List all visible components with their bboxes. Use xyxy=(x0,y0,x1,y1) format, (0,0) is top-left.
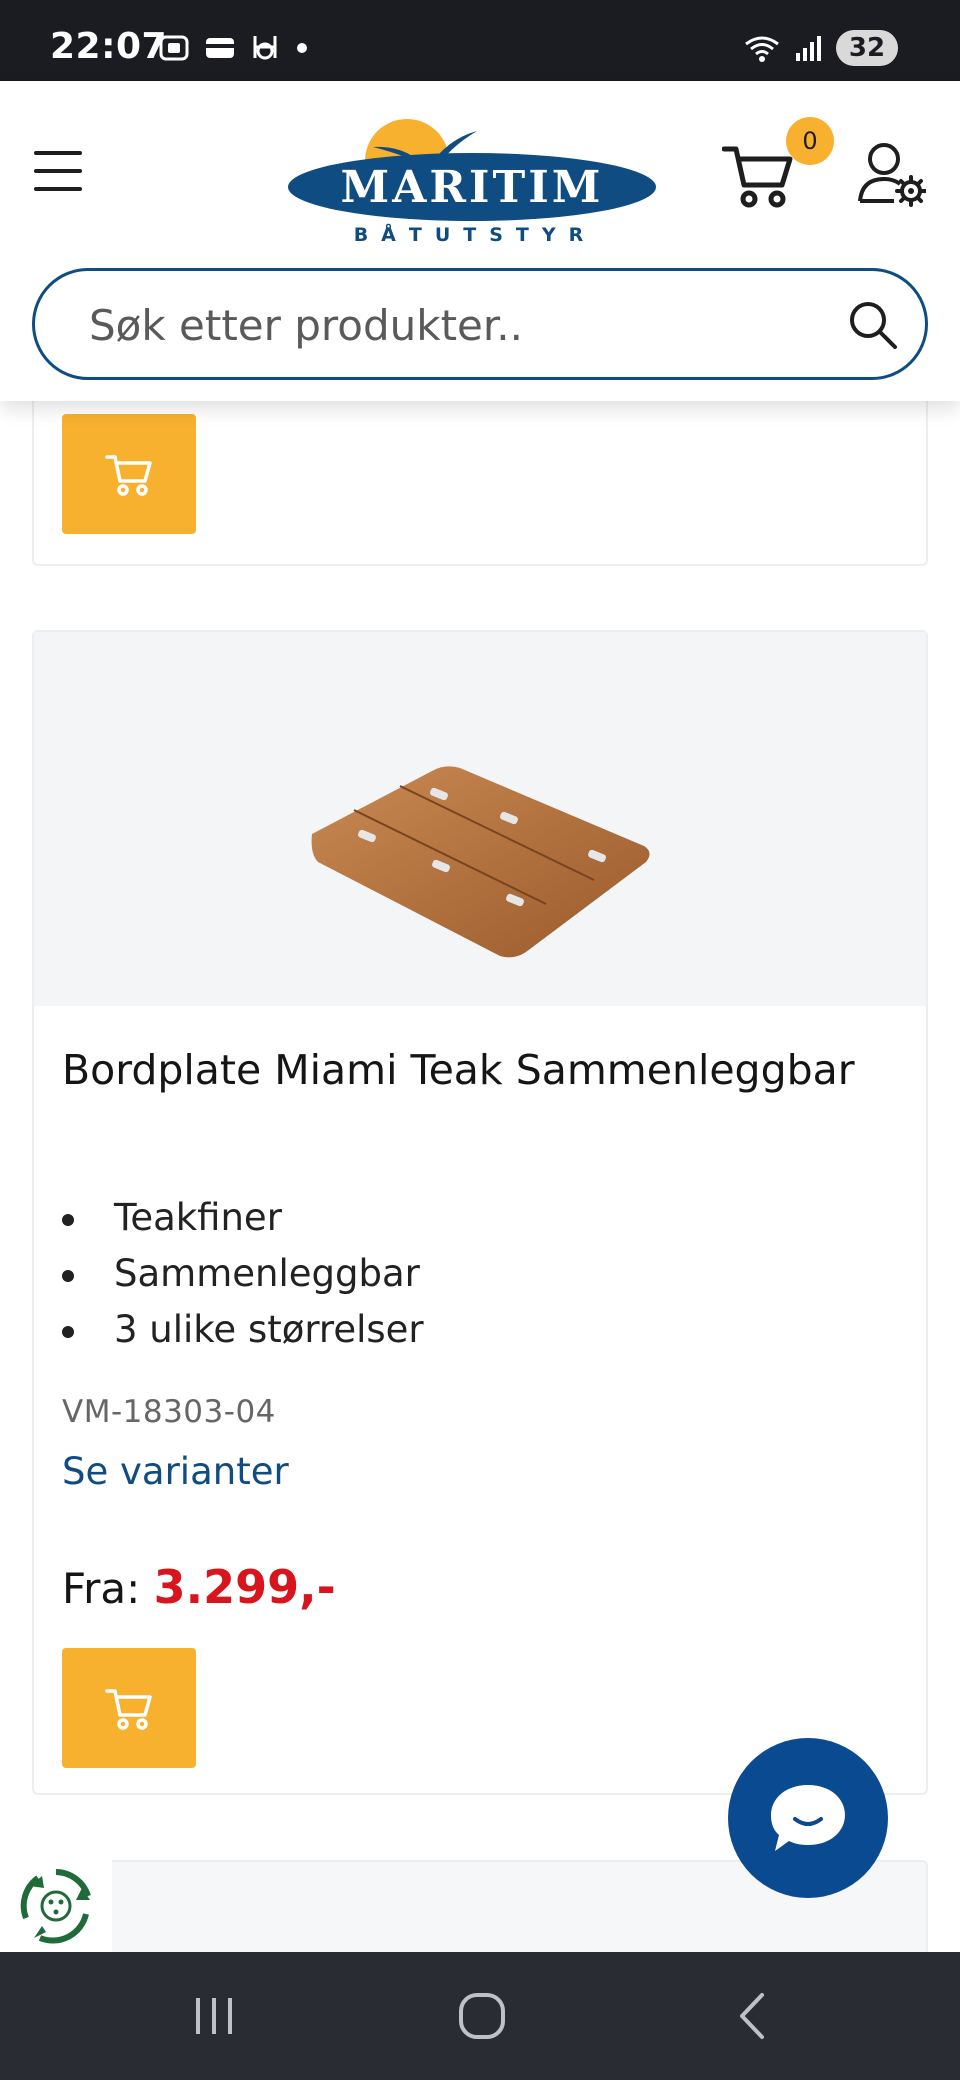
product-image-area[interactable] xyxy=(34,632,926,1006)
recent-apps-button[interactable] xyxy=(184,1988,244,2044)
account-settings-icon[interactable] xyxy=(856,141,926,207)
status-system-icons: 32 xyxy=(742,28,898,68)
back-icon xyxy=(740,1993,764,2039)
feature-item: Sammenleggbar xyxy=(62,1246,424,1302)
cart-icon xyxy=(105,1689,152,1730)
maritim-logo[interactable]: MARITIM BÅTUTSTYR xyxy=(287,109,657,249)
home-icon xyxy=(459,1993,505,2039)
see-variants-link[interactable]: Se varianter xyxy=(62,1450,289,1493)
dot-icon xyxy=(297,43,307,53)
search-icon[interactable] xyxy=(847,299,899,351)
feature-item: Teakfiner xyxy=(62,1190,424,1246)
signal-icon xyxy=(796,36,821,61)
add-to-cart-button[interactable] xyxy=(62,414,196,534)
product-sku: VM-18303-04 xyxy=(62,1394,276,1430)
product-card[interactable]: Bordplate Miami Teak Sammenleggbar Teakf… xyxy=(32,630,928,1795)
cart-icon[interactable] xyxy=(722,141,794,211)
svg-text:BÅTUTSTYR: BÅTUTSTYR xyxy=(354,222,597,246)
wifi-icon xyxy=(745,36,779,62)
status-bar: 22:07 32 xyxy=(0,0,960,81)
wallet-icon xyxy=(206,38,234,58)
screenshot-icon xyxy=(159,35,189,61)
product-price: 3.299,- xyxy=(153,1560,336,1614)
recycle-badge[interactable] xyxy=(0,1845,112,1967)
status-notification-icons xyxy=(158,30,310,66)
status-time: 22:07 xyxy=(50,26,168,67)
product-image[interactable] xyxy=(310,762,654,962)
product-features: Teakfiner Sammenleggbar 3 ulike størrels… xyxy=(62,1190,424,1358)
home-button[interactable] xyxy=(452,1988,512,2044)
feature-item: 3 ulike størrelser xyxy=(62,1302,424,1358)
hamburger-line xyxy=(34,169,82,173)
product-title[interactable]: Bordplate Miami Teak Sammenleggbar xyxy=(62,1038,892,1102)
back-button[interactable] xyxy=(722,1988,782,2044)
svg-text:MARITIM: MARITIM xyxy=(340,162,603,213)
app-root: 22:07 32 MARITIM BÅTUTSTYR 0 Søk etter p… xyxy=(0,0,960,2080)
battery-icon: 32 xyxy=(836,30,898,66)
site-header: MARITIM BÅTUTSTYR 0 xyxy=(0,81,960,401)
hamburger-line xyxy=(34,151,82,155)
price-row: Fra: 3.299,- xyxy=(62,1560,336,1614)
add-to-cart-button[interactable] xyxy=(62,1648,196,1768)
search-box xyxy=(32,268,928,380)
cart-icon xyxy=(105,455,152,496)
system-navigation-bar xyxy=(0,1952,960,2080)
chat-button[interactable] xyxy=(728,1738,888,1898)
chat-icon xyxy=(771,1785,845,1851)
hamburger-line xyxy=(34,187,82,191)
husqvarna-icon xyxy=(253,36,277,60)
price-prefix: Fra: xyxy=(62,1564,141,1613)
search-input[interactable] xyxy=(89,297,789,353)
recent-apps-icon xyxy=(196,1998,232,2034)
cart-count-badge: 0 xyxy=(786,117,834,165)
menu-button[interactable] xyxy=(34,151,82,195)
recycle-icon xyxy=(20,1869,91,1944)
